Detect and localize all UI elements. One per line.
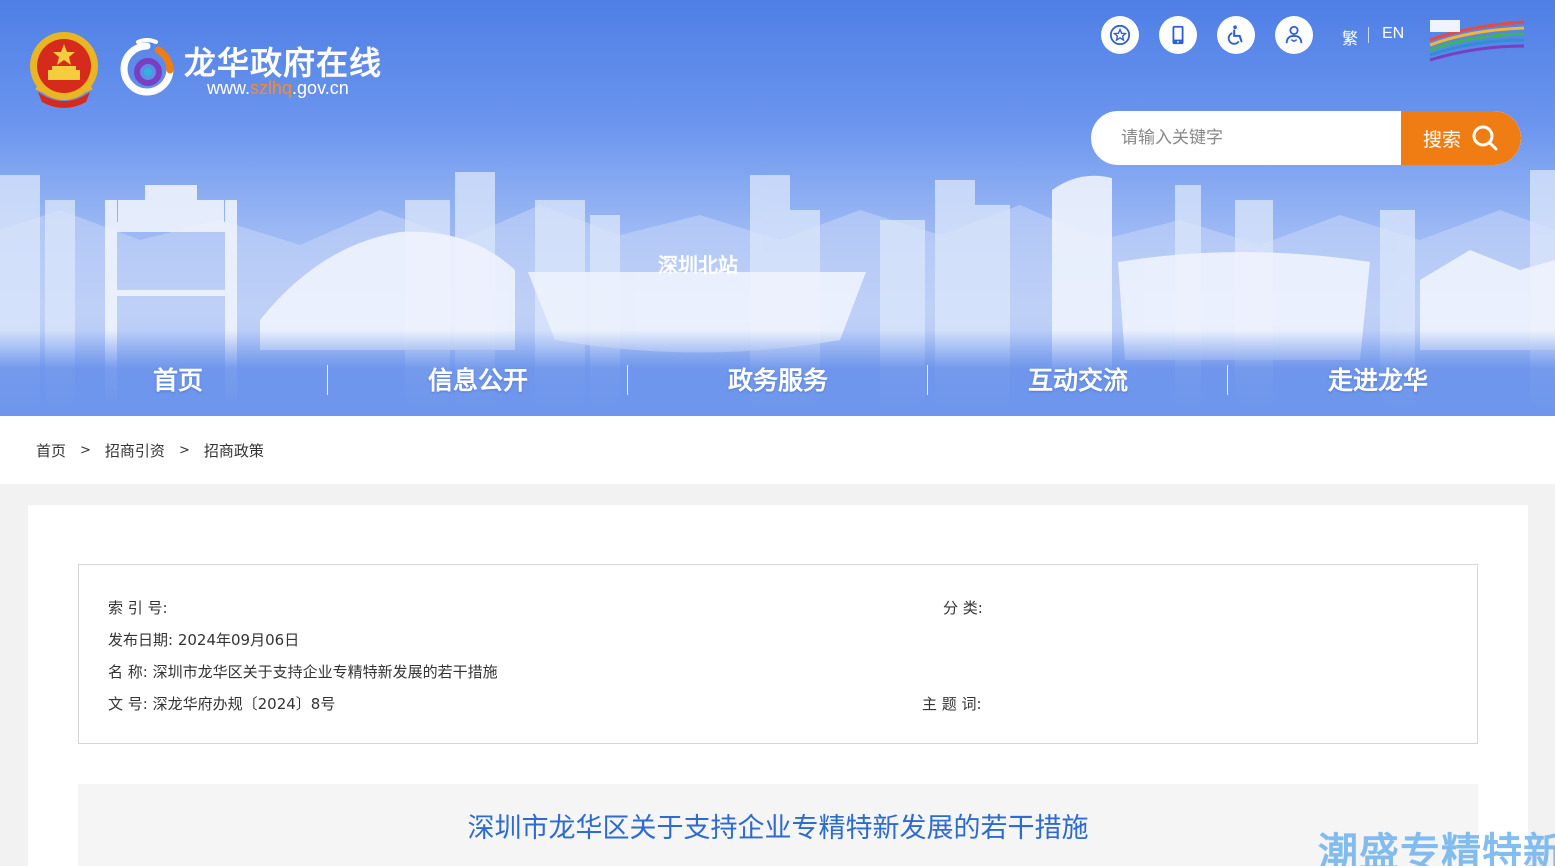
breadcrumb-investment-policy[interactable]: 招商政策 (204, 440, 264, 461)
meta-keywords: 主 题 词: (922, 693, 982, 714)
meta-docno: 文 号: 深龙华府办规〔2024〕8号 (108, 693, 335, 714)
accessibility-icon (1227, 25, 1243, 45)
breadcrumb-investment[interactable]: 招商引资 (105, 440, 165, 461)
site-url-prefix: www. (207, 78, 251, 98)
meta-date-label: 发布日期: (108, 631, 174, 649)
elder-care-icon (1285, 25, 1303, 44)
nav-divider (927, 365, 928, 395)
skyline-station-label: 深圳北站 (658, 253, 738, 277)
longhua-logo-icon (120, 38, 174, 96)
nav-item-gov-services[interactable]: 政务服务 (628, 356, 928, 406)
search-input[interactable] (1091, 111, 1401, 165)
meta-name: 名 称: 深圳市龙华区关于支持企业专精特新发展的若干措施 (108, 661, 498, 682)
meta-keywords-label: 主 题 词: (922, 695, 982, 713)
main-nav: 首页 信息公开 政务服务 互动交流 走进龙华 (28, 356, 1528, 406)
site-url-highlight: szlhq (250, 78, 293, 98)
lang-english-link[interactable]: EN (1382, 25, 1404, 43)
lang-traditional-link[interactable]: 繁 (1342, 25, 1358, 49)
mobile-icon (1172, 25, 1184, 45)
breadcrumb-separator: > (178, 443, 190, 458)
document-meta-box (78, 564, 1478, 744)
search-icon (1472, 125, 1498, 151)
meta-index: 索 引 号: (108, 597, 168, 618)
meta-name-label: 名 称: (108, 663, 148, 681)
meta-docno-value: 深龙华府办规〔2024〕8号 (152, 695, 336, 713)
meta-date-value: 2024年09月06日 (177, 631, 300, 649)
meta-docno-label: 文 号: (108, 695, 148, 713)
meta-index-label: 索 引 号: (108, 599, 168, 617)
nav-item-interaction[interactable]: 互动交流 (928, 356, 1228, 406)
nav-item-home[interactable]: 首页 (28, 356, 328, 406)
breadcrumb: 首页 > 招商引资 > 招商政策 (36, 440, 264, 461)
nav-divider (327, 365, 328, 395)
mobile-button[interactable] (1159, 16, 1197, 54)
breadcrumb-separator: > (80, 443, 91, 458)
meta-category-label: 分 类: (943, 599, 983, 617)
search-box: 搜索 (1091, 111, 1521, 165)
search-button[interactable]: 搜索 (1401, 111, 1521, 165)
site-url-suffix: .gov.cn (292, 78, 349, 98)
shenzhen-china-logo-icon[interactable] (1428, 18, 1526, 64)
elder-care-button[interactable] (1275, 16, 1313, 54)
nav-divider (627, 365, 628, 395)
watermark-text: 潮盛专精特新 (1318, 830, 1555, 866)
document-title: 深圳市龙华区关于支持企业专精特新发展的若干措施 (467, 813, 1089, 844)
site-url[interactable]: www.szlhq.gov.cn (207, 78, 349, 99)
nav-divider (1227, 365, 1228, 395)
meta-category: 分 类: (943, 597, 983, 618)
nav-item-info-disclosure[interactable]: 信息公开 (328, 356, 628, 406)
national-emblem-icon (30, 32, 98, 108)
meta-date: 发布日期: 2024年09月06日 (108, 629, 299, 650)
accessibility-button[interactable] (1217, 16, 1255, 54)
breadcrumb-home[interactable]: 首页 (36, 440, 66, 461)
nav-item-about-longhua[interactable]: 走进龙华 (1228, 356, 1528, 406)
search-button-label: 搜索 (1422, 128, 1461, 151)
lang-divider (1368, 27, 1369, 43)
star-badge-icon (1109, 24, 1131, 46)
star-badge-button[interactable] (1101, 16, 1139, 54)
meta-name-value: 深圳市龙华区关于支持企业专精特新发展的若干措施 (152, 663, 498, 681)
